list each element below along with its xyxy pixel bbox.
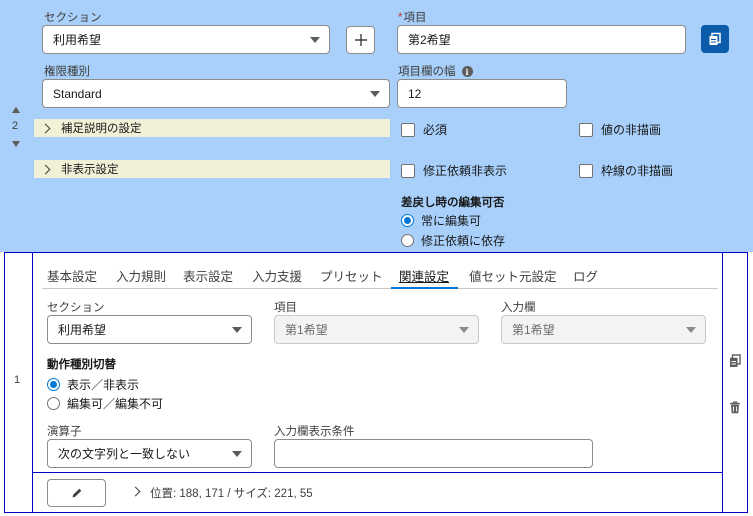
item-label: *項目 — [398, 9, 426, 25]
perm-label: 権限種別 — [44, 66, 90, 78]
width-label: 項目欄の幅 i — [398, 63, 473, 79]
action-title: 動作種別切替 — [47, 359, 116, 371]
tab-value-source[interactable]: 値セット元設定 — [469, 266, 557, 285]
row-divider-footer — [33, 472, 722, 473]
radio-unselected[interactable] — [401, 234, 414, 247]
arrow-up-icon[interactable] — [12, 107, 20, 113]
hide-on-fix-checkbox[interactable]: 修正依頼非表示 — [401, 162, 507, 179]
trash-icon[interactable] — [729, 401, 741, 414]
related-item-select[interactable]: 第1希望 — [274, 315, 479, 344]
edit-button[interactable] — [47, 479, 106, 507]
active-tab-indicator — [391, 287, 458, 289]
related-section-label: セクション — [47, 302, 105, 314]
checkbox-box[interactable] — [401, 163, 415, 178]
item-input[interactable]: 第2希望 — [397, 25, 686, 54]
plus-icon — [354, 34, 367, 46]
radio-selected[interactable] — [47, 378, 60, 391]
tab-basic[interactable]: 基本設定 — [47, 266, 97, 285]
operator-select[interactable]: 次の文字列と一致しない — [47, 439, 252, 468]
tab-bar-border — [42, 288, 718, 289]
hide-value-checkbox-label: 値の非描画 — [601, 123, 662, 137]
condition-input[interactable] — [274, 439, 593, 468]
chevron-right-icon — [40, 164, 51, 174]
tab-display[interactable]: 表示設定 — [183, 266, 233, 285]
row-number: 2 — [12, 120, 19, 132]
chevron-right-icon — [40, 123, 51, 133]
radio-show-label: 表示／非表示 — [67, 378, 140, 392]
width-label-text: 項目欄の幅 — [398, 66, 456, 78]
pencil-icon — [72, 488, 81, 498]
related-item-label: 項目 — [274, 302, 297, 314]
related-section-select[interactable]: 利用希望 — [47, 315, 252, 344]
chevron-down-icon — [370, 90, 380, 97]
width-input[interactable]: 12 — [397, 79, 567, 108]
copy-button[interactable] — [701, 25, 729, 53]
radio-always-label: 常に編集可 — [421, 214, 482, 228]
accordion-supplement-label: 補足説明の設定 — [61, 123, 142, 135]
row-number: 1 — [14, 374, 21, 386]
checkbox-box[interactable] — [579, 163, 593, 178]
checkbox-box[interactable] — [579, 122, 593, 137]
radio-show-hide[interactable]: 表示／非表示 — [47, 376, 139, 393]
width-input-value: 12 — [408, 86, 422, 101]
add-section-button[interactable] — [346, 26, 375, 54]
tab-related[interactable]: 関連設定 — [399, 266, 449, 285]
radio-editable[interactable]: 編集可／編集不可 — [47, 395, 163, 412]
accordion-supplement[interactable]: 補足説明の設定 — [34, 119, 390, 137]
radio-depends-label: 修正依頼に依存 — [421, 234, 506, 248]
section-select[interactable]: 利用希望 — [42, 25, 330, 54]
chevron-down-icon — [459, 326, 469, 333]
chevron-down-icon — [232, 326, 242, 333]
info-icon[interactable]: i — [461, 66, 473, 78]
hide-value-checkbox[interactable]: 値の非描画 — [579, 121, 661, 138]
chevron-down-icon — [232, 450, 242, 457]
radio-selected[interactable] — [401, 214, 414, 227]
perm-select[interactable]: Standard — [42, 79, 390, 108]
required-checkbox[interactable]: 必須 — [401, 121, 447, 138]
copy-icon — [709, 32, 721, 45]
position-size-info: 位置: 188, 171 / サイズ: 221, 55 — [150, 488, 313, 500]
item-input-value: 第2希望 — [408, 33, 451, 47]
radio-edit-label: 編集可／編集不可 — [67, 397, 164, 411]
related-input-select[interactable]: 第1希望 — [501, 315, 706, 344]
section-label: セクション — [44, 12, 102, 24]
operator-value: 次の文字列と一致しない — [58, 447, 191, 461]
radio-always-editable[interactable]: 常に編集可 — [401, 212, 481, 229]
chevron-down-icon — [686, 326, 696, 333]
accordion-hidden[interactable]: 非表示設定 — [34, 160, 390, 178]
required-marker: * — [398, 12, 403, 24]
section-select-value: 利用希望 — [53, 33, 102, 47]
tab-input-rules[interactable]: 入力規則 — [116, 266, 166, 285]
perm-select-value: Standard — [53, 86, 102, 101]
related-section-value: 利用希望 — [58, 323, 107, 337]
remand-title: 差戻し時の編集可否 — [401, 197, 505, 209]
required-checkbox-label: 必須 — [423, 123, 448, 137]
arrow-down-icon[interactable] — [12, 141, 20, 147]
copy-icon[interactable] — [729, 354, 741, 368]
condition-label: 入力欄表示条件 — [274, 426, 355, 438]
radio-depends-on-fix[interactable]: 修正依頼に依存 — [401, 232, 505, 249]
accordion-hidden-label: 非表示設定 — [61, 164, 119, 176]
row-divider-left — [32, 253, 33, 512]
operator-label: 演算子 — [47, 426, 82, 438]
tab-log[interactable]: ログ — [573, 266, 598, 285]
tab-preset[interactable]: プリセット — [320, 266, 383, 285]
hide-border-checkbox-label: 枠線の非描画 — [601, 164, 674, 178]
checkbox-box[interactable] — [401, 122, 415, 137]
item-label-text: 項目 — [403, 12, 427, 24]
related-input-value: 第1希望 — [512, 323, 555, 337]
row-divider-right — [722, 253, 723, 512]
radio-unselected[interactable] — [47, 397, 60, 410]
tab-input-support[interactable]: 入力支援 — [252, 266, 302, 285]
chevron-down-icon — [310, 36, 320, 43]
hide-border-checkbox[interactable]: 枠線の非描画 — [579, 162, 673, 179]
hide-on-fix-checkbox-label: 修正依頼非表示 — [423, 164, 508, 178]
related-input-label: 入力欄 — [501, 302, 536, 314]
related-item-value: 第1希望 — [285, 323, 328, 337]
